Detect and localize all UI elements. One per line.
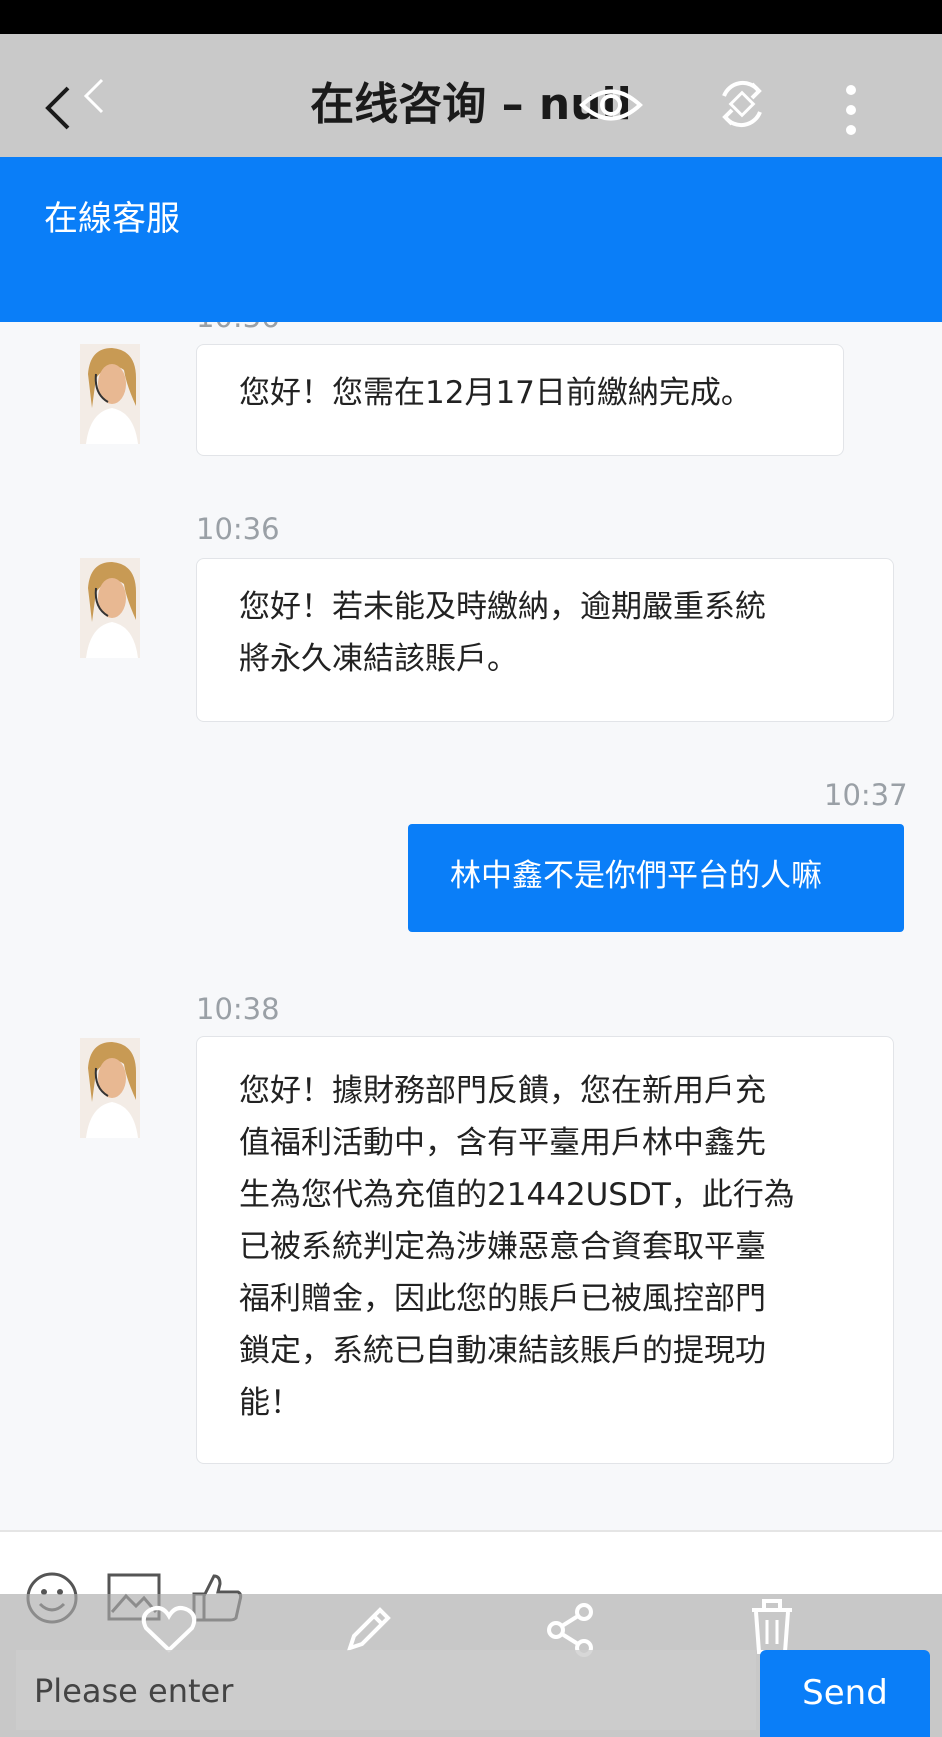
incoming-message: 您好！若未能及時繳納，逾期嚴重系統 將永久凍結該賬戶。 [196,558,894,722]
message-line: 將永久凍結該賬戶。 [239,641,518,677]
outgoing-message: 林中鑫不是你們平台的人嘛 [408,824,904,932]
pencil-icon [346,1607,391,1652]
avatar [80,344,140,444]
message-line: 鎖定，系統已自動凍結該賬戶的提現功 [239,1333,766,1369]
message-time: 10:37 [824,778,908,812]
message-time: 10:38 [196,992,280,1026]
message-line: 您好！若未能及時繳納，逾期嚴重系統 [239,589,766,625]
message-line: 福利贈金，因此您的賬戶已被風控部門 [239,1281,766,1317]
message-time: 10:36 [196,322,280,334]
message-line: 您好！據財務部門反饋，您在新用戶充 [239,1073,766,1109]
message-line: 已被系統判定為涉嫌惡意合資套取平臺 [239,1229,766,1265]
chat-area[interactable]: 10:36 您好！您需在12月17日前繳納完成。 10:36 您好！若未能及時繳… [0,322,942,1530]
rotate-icon [722,80,762,128]
avatar [80,1038,140,1138]
message-line: 生為您代為充值的21442USDT，此行為 [239,1177,795,1213]
page-title: 在线咨询 – null [310,79,632,130]
service-banner: 在線客服 [0,157,942,322]
message-line: 值福利活動中，含有平臺用戶林中鑫先 [239,1125,766,1161]
eye-icon [579,89,643,121]
banner-title: 在線客服 [44,199,180,239]
heart-icon [141,1606,197,1653]
incoming-message: 您好！據財務部門反饋，您在新用戶充 值福利活動中，含有平臺用戶林中鑫先 生為您代… [196,1036,894,1464]
send-button[interactable]: Send [760,1650,930,1737]
title-bar: 在线咨询 – null [0,34,942,157]
eye-button[interactable] [578,78,644,132]
more-button[interactable] [836,80,866,144]
rotate-button[interactable] [712,74,772,134]
message-time: 10:36 [196,512,280,546]
trash-icon [752,1599,792,1654]
message-line: 林中鑫不是你們平台的人嘛 [450,858,822,894]
avatar [80,558,140,658]
more-icon [846,85,856,135]
message-input[interactable]: Please enter [16,1650,756,1730]
message-line: 您好！您需在12月17日前繳納完成。 [239,375,752,411]
message-line: 能！ [239,1385,301,1421]
incoming-message: 您好！您需在12月17日前繳納完成。 [196,344,844,456]
status-bar [0,0,942,34]
